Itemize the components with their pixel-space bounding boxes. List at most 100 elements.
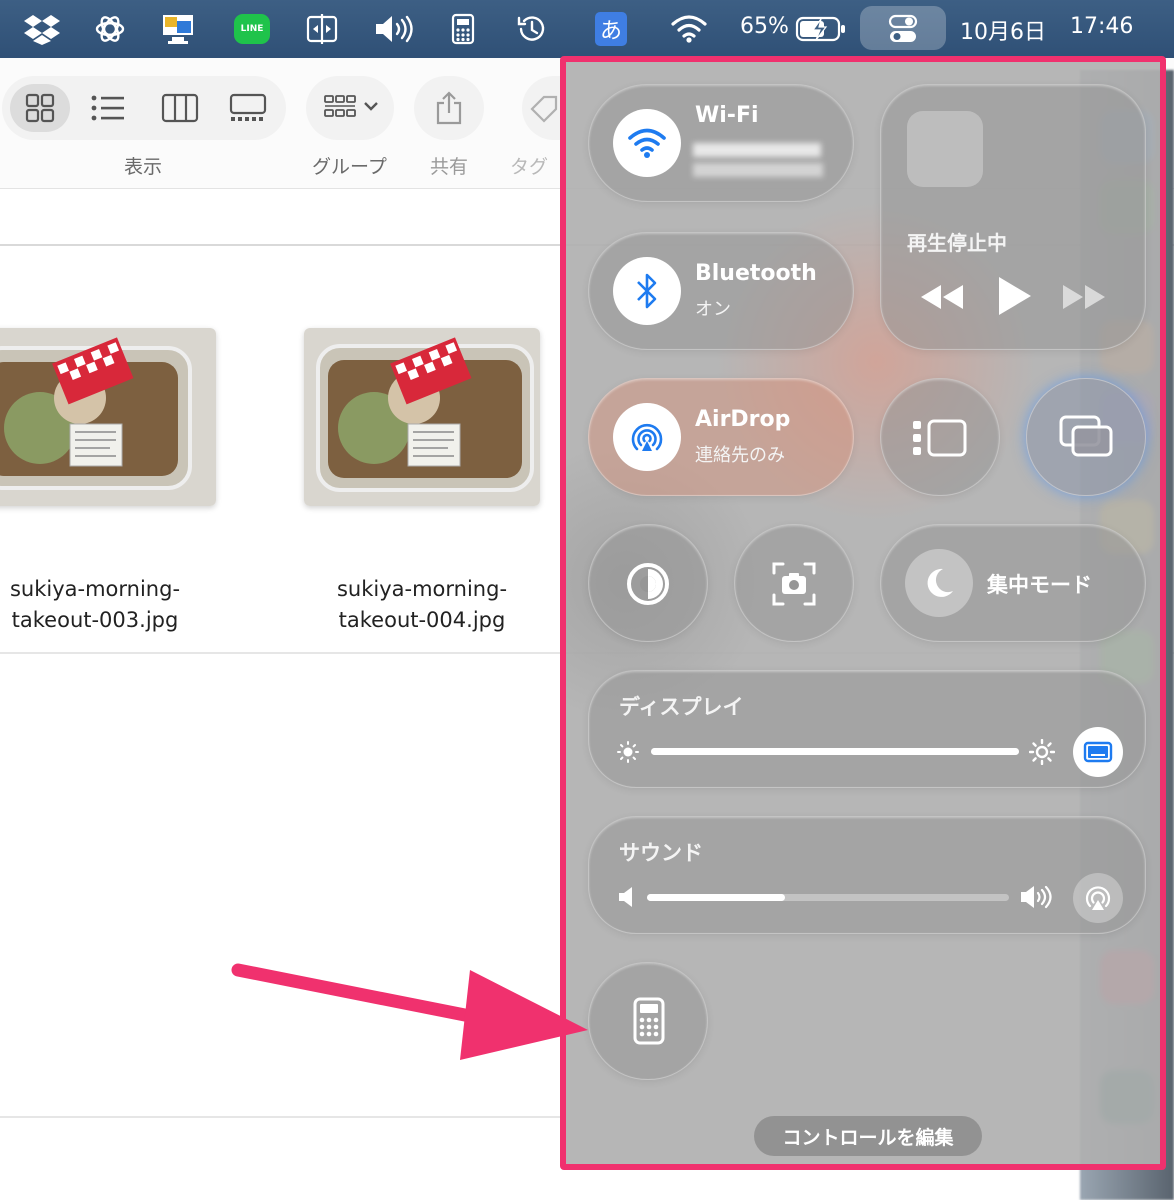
now-playing-status: 再生停止中 xyxy=(907,231,1007,255)
volume-icon[interactable] xyxy=(370,10,418,48)
brightness-high-icon xyxy=(1029,739,1055,765)
sound-tile: サウンド xyxy=(588,816,1146,934)
focus-tile[interactable]: 集中モード xyxy=(880,524,1146,642)
album-art-placeholder xyxy=(907,111,983,187)
control-center-icon[interactable] xyxy=(880,10,926,48)
wifi-network-redacted xyxy=(693,143,821,157)
airdrop-icon xyxy=(631,423,663,451)
display-settings-button[interactable] xyxy=(1073,727,1123,777)
brightness-slider[interactable] xyxy=(651,748,1019,755)
wifi-icon[interactable] xyxy=(668,10,710,48)
wifi-tile[interactable]: Wi-Fi xyxy=(588,84,854,202)
menubar-date: 10月6日 xyxy=(960,20,1046,45)
wifi-icon xyxy=(628,128,666,158)
file-name-line2: takeout-004.jpg xyxy=(338,608,506,632)
volume-slider[interactable] xyxy=(647,894,1009,901)
stage-manager-icon xyxy=(913,419,967,457)
bluetooth-status: オン xyxy=(695,299,731,320)
display-tile: ディスプレイ xyxy=(588,670,1146,788)
list-icon xyxy=(91,95,124,121)
control-center-panel: Wi-Fi 再生停止中 Bluetooth オン AirDrop 連絡先のみ 集… xyxy=(560,56,1166,1170)
fast-forward-button[interactable] xyxy=(1061,283,1107,315)
line-app-icon[interactable]: LINE xyxy=(232,10,272,48)
screen-share-icon[interactable] xyxy=(158,10,200,48)
column-view-button[interactable] xyxy=(150,84,210,132)
screenshot-icon xyxy=(772,562,816,606)
airdrop-tile[interactable]: AirDrop 連絡先のみ xyxy=(588,378,854,496)
share-label: 共有 xyxy=(430,156,469,178)
screen-mirroring-button[interactable] xyxy=(1026,378,1146,496)
play-button[interactable] xyxy=(995,275,1033,321)
now-playing-tile[interactable]: 再生停止中 xyxy=(880,84,1146,350)
file-name-line2: takeout-003.jpg xyxy=(11,608,179,632)
share-button[interactable] xyxy=(419,84,479,132)
brightness-slider-fill xyxy=(651,748,1019,755)
airdrop-title: AirDrop xyxy=(695,407,791,432)
moon-icon xyxy=(927,568,953,597)
file-name-003[interactable]: sukiya-morning- takeout-003.jpg xyxy=(0,574,190,636)
gallery-view-button[interactable] xyxy=(218,84,278,132)
stage-manager-button[interactable] xyxy=(880,378,1000,496)
volume-slider-fill xyxy=(647,894,785,901)
calculator-control-button[interactable] xyxy=(588,962,708,1080)
audio-output-button[interactable] xyxy=(1073,873,1123,923)
fast-forward-icon xyxy=(1063,285,1105,309)
calculator-icon[interactable] xyxy=(446,10,480,48)
gallery-icon xyxy=(229,93,267,121)
food-image-icon xyxy=(304,328,540,506)
icon-view-button[interactable] xyxy=(10,84,70,132)
file-thumbnail-004[interactable] xyxy=(304,328,540,506)
brightness-low-icon xyxy=(617,741,639,763)
list-view-button[interactable] xyxy=(78,84,138,132)
split-view-icon[interactable] xyxy=(300,10,344,48)
grid-icon xyxy=(25,93,55,123)
content-divider-bottom xyxy=(0,1116,560,1118)
screenshot-button[interactable] xyxy=(734,524,854,642)
bluetooth-tile[interactable]: Bluetooth オン xyxy=(588,232,854,350)
dark-mode-icon xyxy=(627,563,669,605)
rewind-icon xyxy=(921,285,963,309)
sound-title: サウンド xyxy=(619,841,703,865)
bluetooth-toggle[interactable] xyxy=(613,257,681,325)
menubar-time: 17:46 xyxy=(1070,14,1134,39)
file-name-004[interactable]: sukiya-morning- takeout-004.jpg xyxy=(322,574,522,636)
focus-toggle[interactable] xyxy=(905,549,973,617)
wifi-network-redacted xyxy=(693,163,823,177)
share-icon xyxy=(436,91,462,125)
airdrop-status: 連絡先のみ xyxy=(695,445,785,466)
input-method-label: あ xyxy=(595,12,627,46)
chatgpt-icon[interactable] xyxy=(90,10,130,48)
group-button[interactable] xyxy=(316,84,386,132)
dropbox-icon[interactable] xyxy=(22,10,62,48)
time-machine-icon[interactable] xyxy=(512,10,552,48)
rewind-button[interactable] xyxy=(919,283,965,315)
focus-title: 集中モード xyxy=(987,573,1092,597)
volume-low-icon xyxy=(619,887,632,907)
tag-button[interactable] xyxy=(528,84,562,132)
view-label: 表示 xyxy=(124,156,163,178)
bluetooth-icon xyxy=(637,273,657,309)
screen-mirroring-icon xyxy=(1059,415,1113,457)
file-name-line1: sukiya-morning- xyxy=(9,577,181,601)
wifi-title: Wi-Fi xyxy=(695,103,759,128)
battery-percent: 65% xyxy=(740,14,789,39)
airplay-audio-icon xyxy=(1085,886,1111,910)
input-method-icon[interactable]: あ xyxy=(594,10,628,48)
display-title: ディスプレイ xyxy=(619,695,744,719)
edit-controls-button[interactable]: コントロールを編集 xyxy=(754,1116,982,1156)
tag-label: タグ xyxy=(510,156,549,178)
file-thumbnail-003[interactable] xyxy=(0,328,216,506)
airdrop-toggle[interactable] xyxy=(613,403,681,471)
display-icon xyxy=(1083,741,1113,763)
line-label: LINE xyxy=(234,14,270,44)
tag-icon xyxy=(530,95,558,123)
calculator-icon xyxy=(633,997,665,1045)
columns-icon xyxy=(161,93,199,123)
food-image-icon xyxy=(0,328,216,506)
wifi-toggle[interactable] xyxy=(613,109,681,177)
appearance-button[interactable] xyxy=(588,524,708,642)
volume-high-icon xyxy=(1021,885,1052,909)
group-icon xyxy=(324,95,378,117)
battery-charging-icon[interactable] xyxy=(794,10,848,48)
file-name-line1: sukiya-morning- xyxy=(336,577,508,601)
